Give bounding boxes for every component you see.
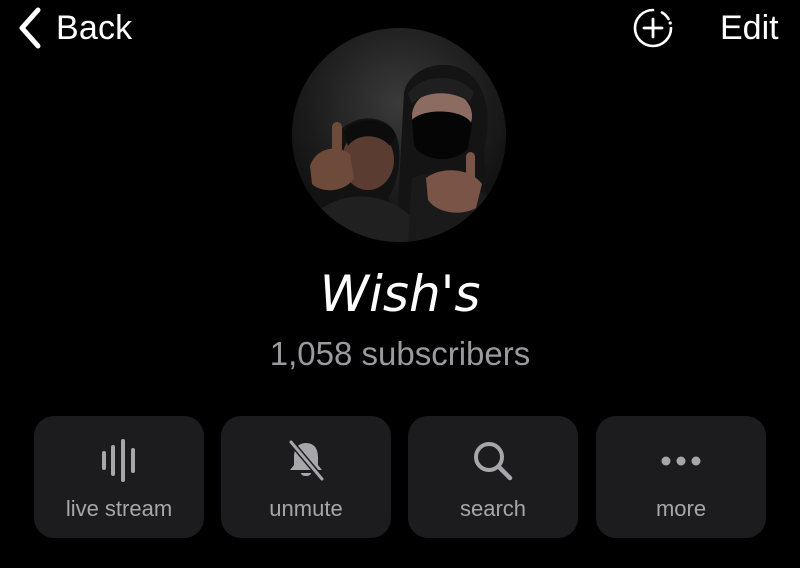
unmute-button[interactable]: unmute	[221, 416, 391, 538]
magnifier-icon	[474, 442, 513, 481]
live-stream-label: live stream	[65, 496, 173, 521]
channel-title: Wish's	[319, 265, 481, 323]
plus-circle-dashed-icon	[633, 8, 673, 48]
search-button[interactable]: search	[408, 416, 578, 538]
action-button-row: live stream unmute search more	[34, 416, 766, 538]
more-button[interactable]: more	[596, 416, 766, 538]
channel-avatar[interactable]	[292, 28, 506, 242]
more-label: more	[655, 496, 707, 521]
avatar-photo-image	[292, 28, 506, 242]
waveform-icon	[102, 439, 135, 482]
add-circle-button[interactable]	[632, 7, 674, 49]
unmute-label: unmute	[269, 496, 343, 521]
channel-info-screen: Back Edit Wish's 1,058 subscribers live …	[0, 0, 800, 568]
ellipsis-icon	[661, 456, 701, 466]
bell-slash-icon	[288, 439, 325, 482]
search-label: search	[459, 496, 527, 521]
edit-button[interactable]: Edit	[720, 6, 779, 50]
live-stream-button[interactable]: live stream	[34, 416, 204, 538]
back-label: Back	[56, 8, 133, 47]
subscriber-count: 1,058 subscribers	[269, 335, 531, 372]
back-button[interactable]: Back	[14, 6, 132, 50]
chevron-left-icon	[14, 6, 44, 50]
